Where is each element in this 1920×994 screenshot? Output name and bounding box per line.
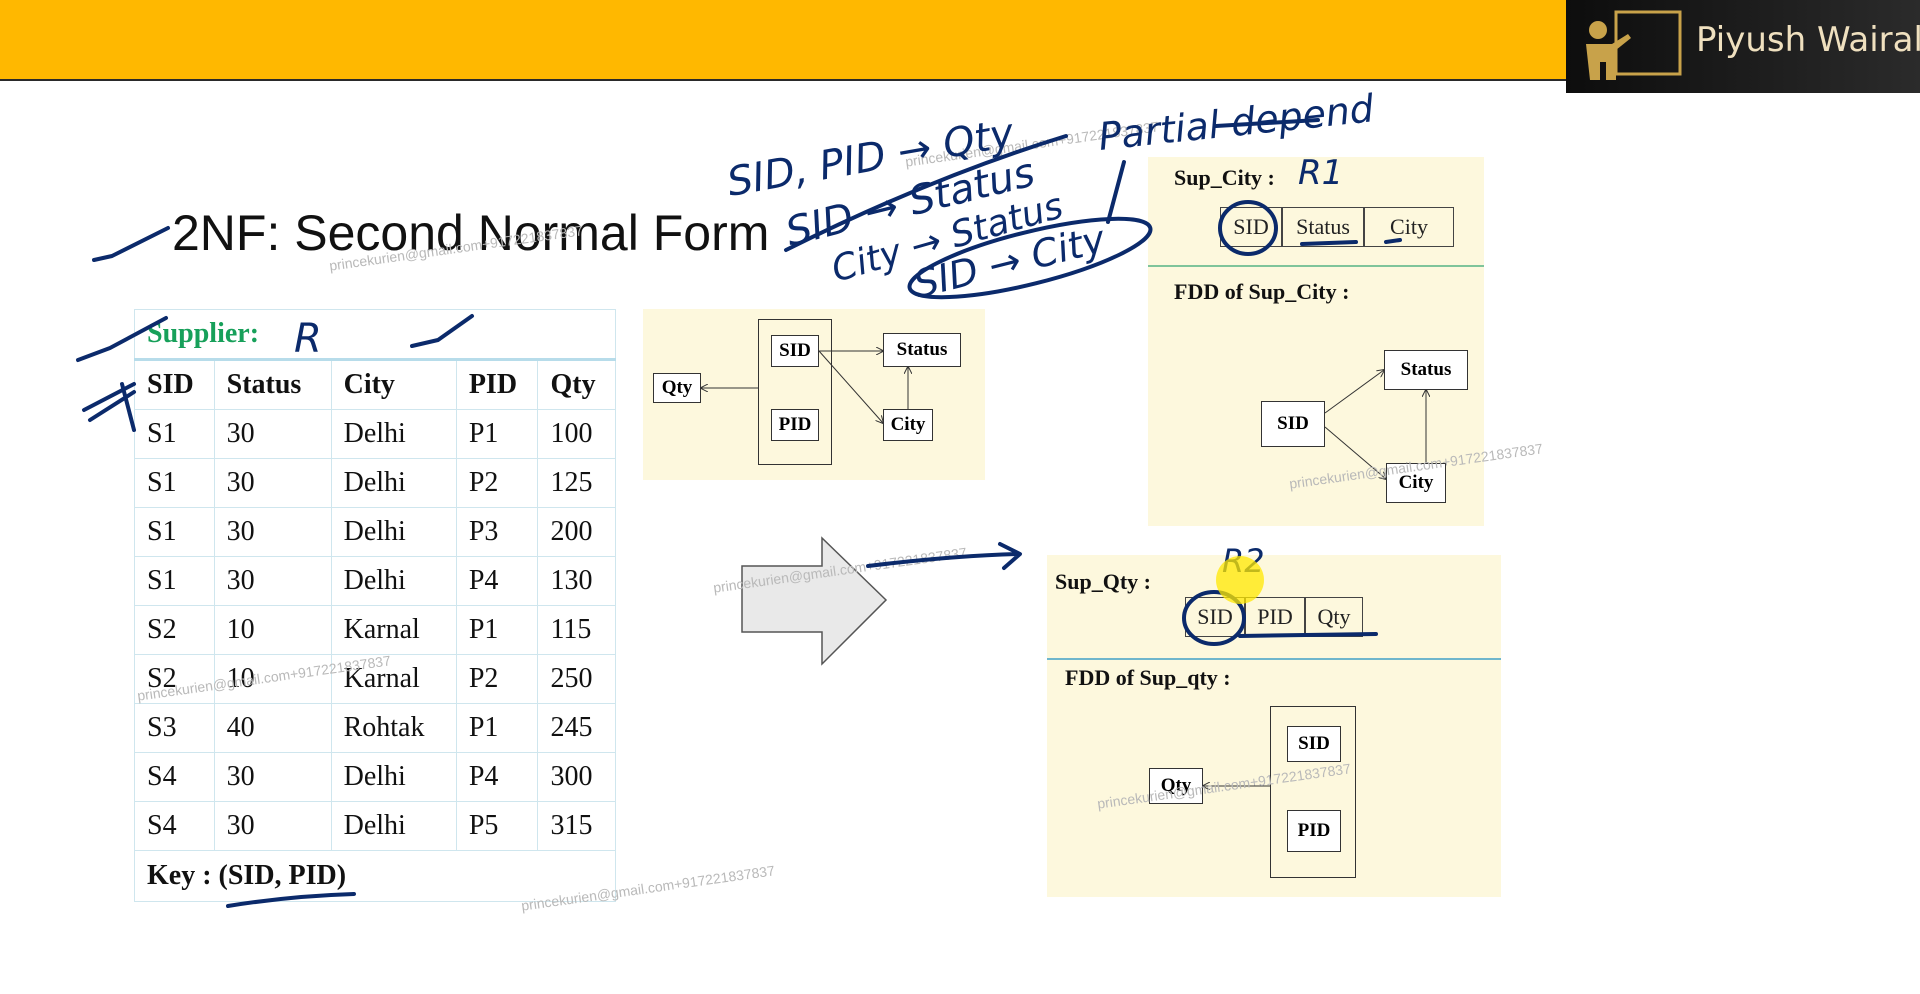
sup-qty-arrows [1047, 555, 1270, 897]
sup-qty-panel: Sup_Qty : SID PID Qty FDD of Sup_qty : Q… [1047, 555, 1501, 897]
